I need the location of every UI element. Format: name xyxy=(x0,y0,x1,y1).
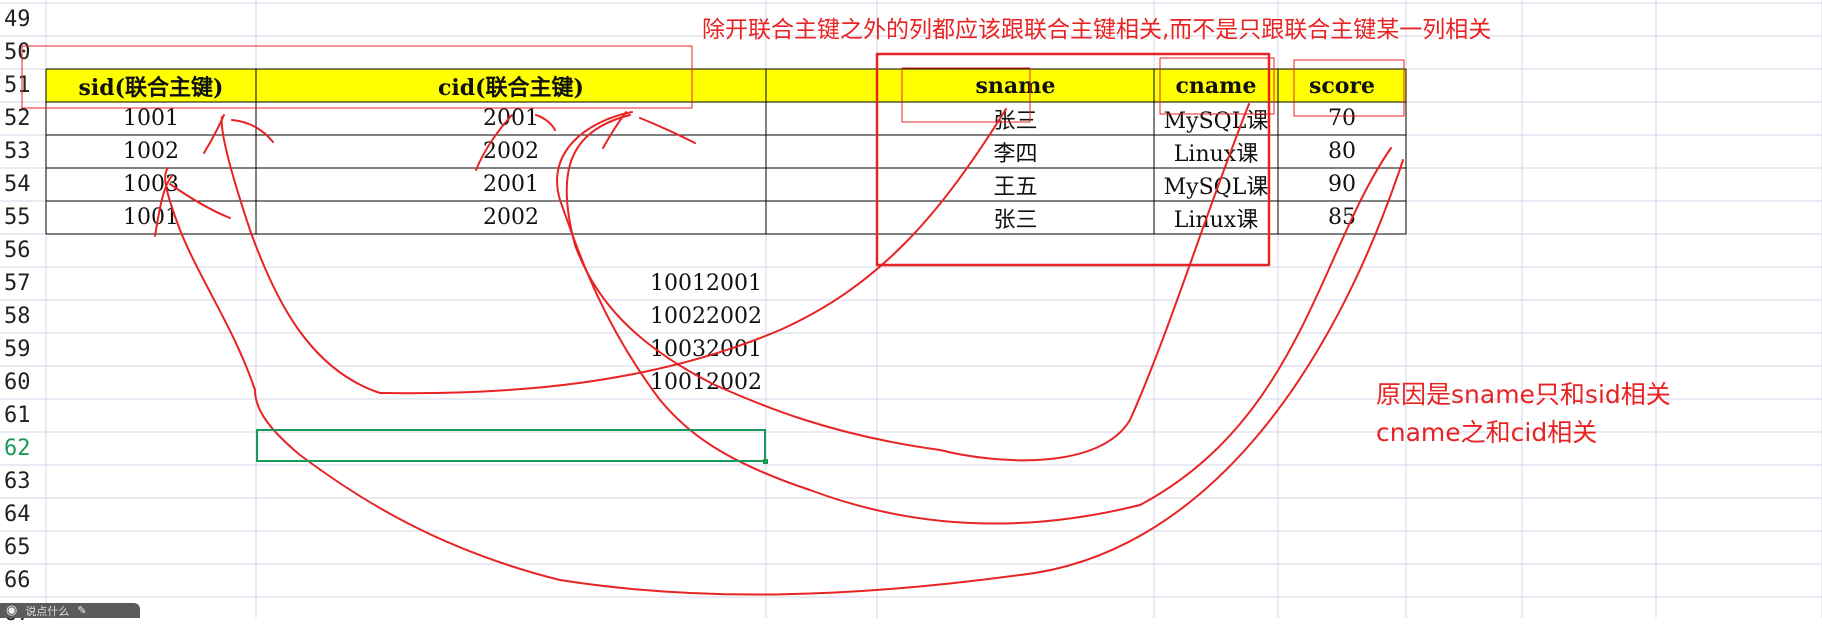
row-header[interactable]: 66 xyxy=(0,564,44,597)
row-header[interactable]: 60 xyxy=(0,366,44,399)
header-sid[interactable]: sid(联合主键) xyxy=(46,69,256,102)
row-header[interactable]: 50 xyxy=(0,36,44,69)
cell-concat[interactable]: 10022002 xyxy=(256,300,766,333)
cell-cid[interactable]: 2002 xyxy=(256,201,766,234)
cell-score[interactable]: 85 xyxy=(1278,201,1406,234)
cell-concat[interactable]: 10012002 xyxy=(256,366,766,399)
header-cname[interactable]: cname xyxy=(1154,69,1278,102)
spreadsheet[interactable]: 49505152535455565758596061626364656667 s… xyxy=(0,0,1822,626)
row-header[interactable]: 51 xyxy=(0,69,44,102)
row-header[interactable]: 52 xyxy=(0,102,44,135)
row-header[interactable]: 54 xyxy=(0,168,44,201)
chat-icon[interactable]: ◉ xyxy=(6,603,17,618)
cell-sid[interactable]: 1002 xyxy=(46,135,256,168)
cell-score[interactable]: 70 xyxy=(1278,102,1406,135)
cell-cname[interactable]: Linux课 xyxy=(1154,201,1278,234)
cell-cid[interactable]: 2001 xyxy=(256,168,766,201)
cell-cname[interactable]: MySQL课 xyxy=(1154,168,1278,201)
cell-score[interactable]: 90 xyxy=(1278,168,1406,201)
row-header[interactable]: 49 xyxy=(0,3,44,36)
cell-sid[interactable]: 1003 xyxy=(46,168,256,201)
cell-sid[interactable]: 1001 xyxy=(46,102,256,135)
header-score[interactable]: score xyxy=(1278,69,1406,102)
row-header[interactable]: 55 xyxy=(0,201,44,234)
fill-handle[interactable] xyxy=(763,459,768,464)
header-sname[interactable]: sname xyxy=(877,69,1154,102)
header-cid[interactable]: cid(联合主键) xyxy=(256,69,766,102)
cell-concat[interactable]: 10012001 xyxy=(256,267,766,300)
cell-cname[interactable]: MySQL课 xyxy=(1154,102,1278,135)
cell-cid[interactable]: 2001 xyxy=(256,102,766,135)
cell-score[interactable]: 80 xyxy=(1278,135,1406,168)
row-header[interactable]: 59 xyxy=(0,333,44,366)
cell-sname[interactable]: 王五 xyxy=(877,168,1154,201)
cell-cname[interactable]: Linux课 xyxy=(1154,135,1278,168)
cell-sname[interactable]: 张三 xyxy=(877,201,1154,234)
floating-toolbar[interactable]: ◉ 说点什么 ✎ xyxy=(0,603,140,618)
annotation-reason-line1: 原因是sname只和sid相关 xyxy=(1376,380,1671,409)
row-header[interactable]: 58 xyxy=(0,300,44,333)
cell-sid[interactable]: 1001 xyxy=(46,201,256,234)
row-header[interactable]: 64 xyxy=(0,498,44,531)
cell-cid[interactable]: 2002 xyxy=(256,135,766,168)
selected-cell-g62[interactable] xyxy=(256,429,766,462)
row-header[interactable]: 62 xyxy=(0,432,44,465)
row-header[interactable]: 65 xyxy=(0,531,44,564)
annotation-top: 除开联合主键之外的列都应该跟联合主键相关,而不是只跟联合主键某一列相关 xyxy=(702,17,1492,43)
row-header[interactable]: 56 xyxy=(0,234,44,267)
row-header[interactable]: 61 xyxy=(0,399,44,432)
row-header[interactable]: 53 xyxy=(0,135,44,168)
cell-sname[interactable]: 张三 xyxy=(877,102,1154,135)
status-text: 说点什么 xyxy=(25,604,70,618)
pen-icon[interactable]: ✎ xyxy=(77,604,86,617)
row-header[interactable]: 57 xyxy=(0,267,44,300)
cell-sname[interactable]: 李四 xyxy=(877,135,1154,168)
row-header[interactable]: 63 xyxy=(0,465,44,498)
cell-concat[interactable]: 10032001 xyxy=(256,333,766,366)
annotation-reason-line2: cname之和cid相关 xyxy=(1376,418,1598,447)
